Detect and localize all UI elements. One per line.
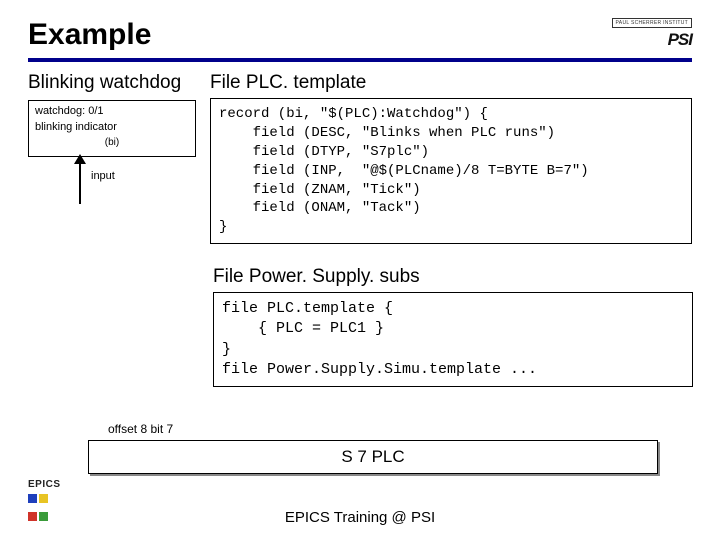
connector-line <box>124 272 126 422</box>
file1-label: File PLC. template <box>210 72 692 94</box>
watchdog-heading: Blinking watchdog <box>28 72 196 94</box>
epics-logo: EPICS <box>28 479 72 526</box>
watchdog-line2: blinking indicator <box>35 121 189 133</box>
epics-square-red-icon <box>28 512 37 521</box>
input-label: input <box>91 170 115 182</box>
file1-code: record (bi, "$(PLC):Watchdog") { field (… <box>210 98 692 244</box>
file2-label: File Power. Supply. subs <box>213 266 692 288</box>
psi-logo-big: PSI <box>668 30 692 50</box>
slide-title: Example <box>28 18 151 52</box>
plc-box: S 7 PLC <box>88 440 658 474</box>
epics-square-green-icon <box>39 512 48 521</box>
psi-logo: PAUL SCHERRER INSTITUT PSI <box>572 18 692 50</box>
epics-square-yellow-icon <box>39 494 48 503</box>
watchdog-line1: watchdog: 0/1 <box>35 105 189 117</box>
watchdog-line3: (bi) <box>35 137 189 148</box>
file2-code: file PLC.template { { PLC = PLC1 } } fil… <box>213 292 693 387</box>
offset-label: offset 8 bit 7 <box>108 422 173 436</box>
input-arrow-icon <box>73 150 87 204</box>
epics-square-blue-icon <box>28 494 37 503</box>
epics-logo-text: EPICS <box>28 479 72 490</box>
footer-text: EPICS Training @ PSI <box>0 509 720 526</box>
title-divider <box>28 58 692 62</box>
psi-logo-small: PAUL SCHERRER INSTITUT <box>612 18 692 28</box>
watchdog-box: watchdog: 0/1 blinking indicator (bi) in… <box>28 100 196 157</box>
